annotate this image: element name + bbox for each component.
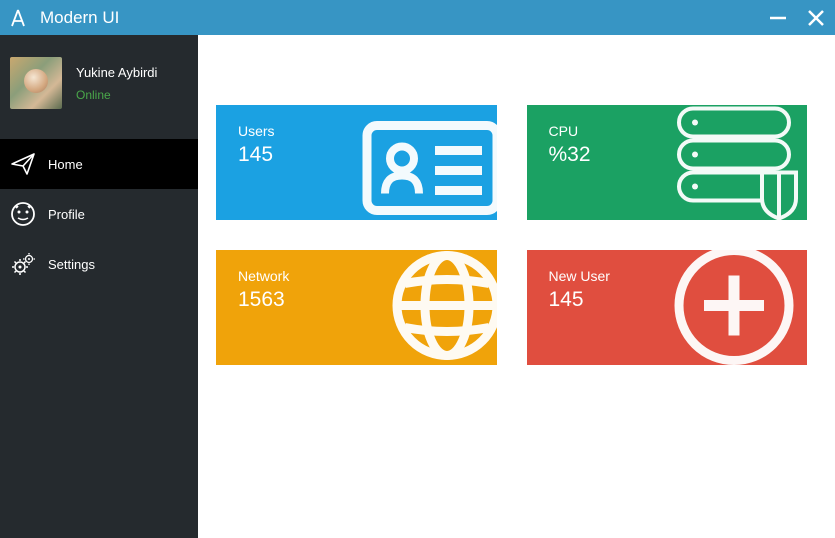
card-newuser[interactable]: New User 145 [527,250,808,365]
nav-label-settings: Settings [48,257,95,272]
user-name: Yukine Aybirdi [76,65,157,80]
card-cpu[interactable]: CPU %32 [527,105,808,220]
user-section: Yukine Aybirdi Online [0,35,198,131]
nav-label-home: Home [48,157,83,172]
nav-label-profile: Profile [48,207,85,222]
server-shield-icon [667,105,807,220]
main-content: Users 145 CPU %32 [198,35,835,538]
nav: Home Profile [0,139,198,289]
face-icon [10,201,36,227]
window-controls [767,7,827,29]
plus-circle-icon [669,250,799,365]
id-card-icon [357,105,497,220]
close-button[interactable] [805,7,827,29]
card-users[interactable]: Users 145 [216,105,497,220]
card-network[interactable]: Network 1563 [216,250,497,365]
nav-item-profile[interactable]: Profile [0,189,198,239]
nav-item-home[interactable]: Home [0,139,198,189]
globe-icon [387,250,497,365]
user-status: Online [76,88,157,102]
paper-plane-icon [10,151,36,177]
minimize-button[interactable] [767,7,789,29]
window-title: Modern UI [40,8,767,28]
sidebar: Yukine Aybirdi Online Home [0,35,198,538]
app-logo-icon [8,8,28,28]
titlebar: Modern UI [0,0,835,35]
avatar [10,57,62,109]
gears-icon [10,251,36,277]
nav-item-settings[interactable]: Settings [0,239,198,289]
